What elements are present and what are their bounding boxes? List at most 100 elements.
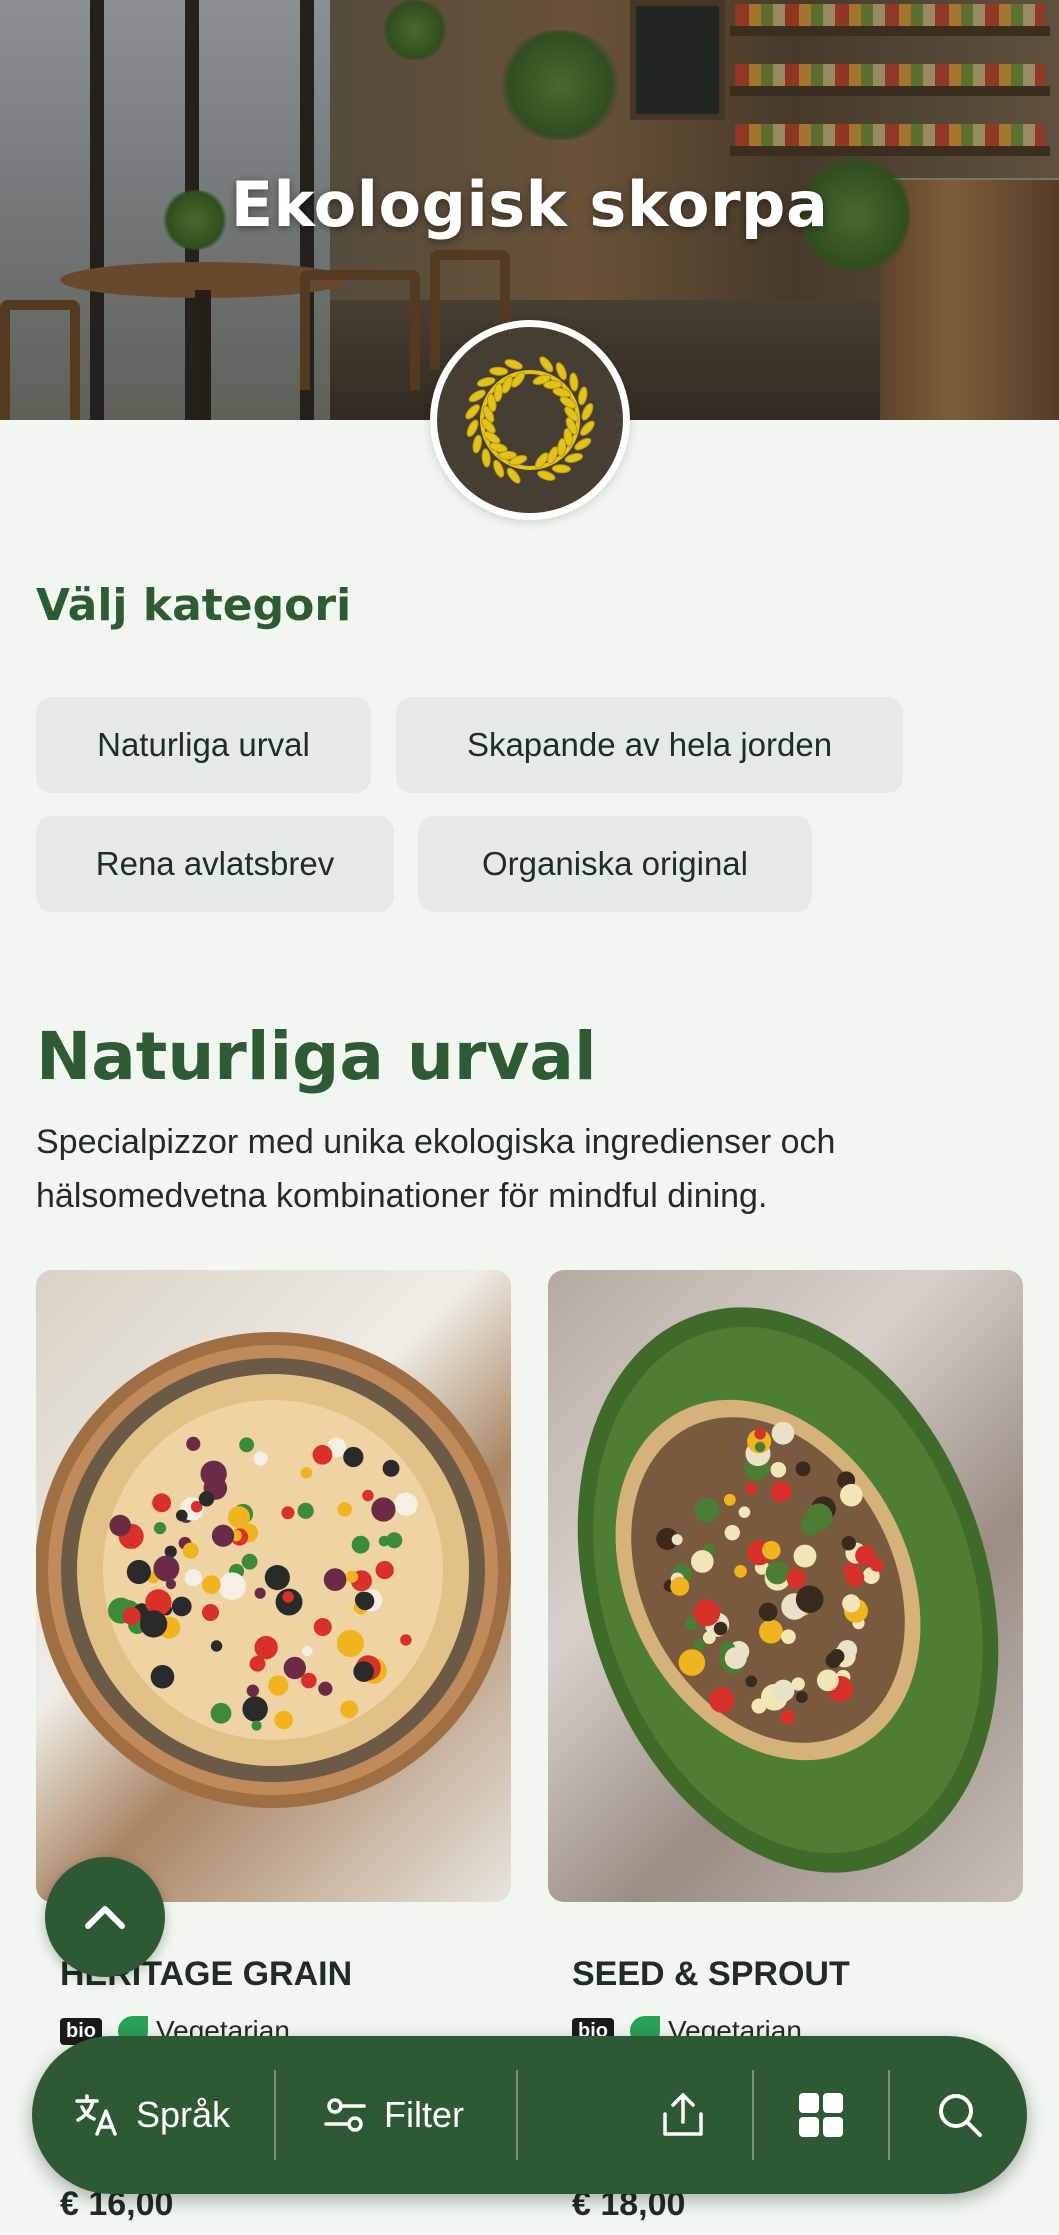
topping [122, 1607, 141, 1626]
topping [795, 1690, 808, 1704]
topping [841, 1536, 856, 1551]
language-label: Språk [136, 2094, 231, 2135]
topping [693, 1638, 706, 1651]
filter-button[interactable]: Filter [322, 2036, 464, 2194]
topping [254, 1587, 266, 1599]
laurel-leaf [551, 464, 571, 474]
laurel-leaf [506, 467, 521, 484]
topping [323, 1568, 347, 1591]
product-image-heritage-grain[interactable] [36, 1270, 511, 1902]
product-name[interactable]: SEED & SPROUT [572, 1955, 850, 1994]
laurel-leaf [539, 356, 554, 373]
topping [253, 1451, 268, 1466]
laurel-leaf [489, 366, 509, 376]
topping [171, 1596, 192, 1617]
topping [246, 1684, 260, 1697]
topping [795, 1585, 824, 1614]
topping [282, 1591, 294, 1603]
topping [254, 1635, 278, 1660]
laurel-leaf [569, 372, 579, 392]
topping [713, 1621, 728, 1636]
section-description: Specialpizzor med unika ekologiska ingre… [36, 1123, 836, 1215]
topping [702, 1631, 716, 1645]
topping [759, 1619, 783, 1644]
topping [351, 1535, 370, 1554]
topping [227, 1506, 251, 1529]
category-chip-naturliga-urval[interactable]: Naturliga urval [36, 697, 371, 793]
topping [239, 1437, 255, 1453]
topping [375, 1560, 394, 1580]
translate-icon [75, 2094, 117, 2136]
topping [678, 1649, 706, 1676]
scroll-to-top-button[interactable] [45, 1857, 165, 1977]
category-chip-label: Skapande av hela jorden [466, 726, 833, 763]
topping [771, 1421, 795, 1445]
topping [218, 1572, 246, 1600]
pizza-image [577, 1307, 999, 1873]
topping [371, 1497, 396, 1522]
topping [184, 1569, 202, 1587]
topping [745, 1483, 758, 1495]
laurel-wreath-icon [465, 356, 595, 484]
topping [693, 1599, 721, 1627]
search-button[interactable] [935, 2036, 985, 2194]
topping [362, 1489, 374, 1502]
category-chip-label: Naturliga urval [97, 726, 310, 763]
topping [709, 1687, 735, 1713]
category-chip-skapande[interactable]: Skapande av hela jorden [396, 697, 903, 793]
toolbar-divider [516, 2070, 518, 2160]
topping [762, 1540, 781, 1560]
laurel-leaf [580, 420, 595, 436]
language-button[interactable]: Språk [74, 2036, 230, 2194]
topping [382, 1459, 400, 1477]
topping [313, 1618, 332, 1637]
hero-title: Ekologisk skorpa [230, 168, 829, 241]
topping [745, 1675, 758, 1688]
pizza-image [36, 1332, 511, 1808]
topping [126, 1559, 151, 1585]
share-icon [663, 2093, 703, 2136]
product-image-seed-sprout[interactable] [548, 1270, 1023, 1902]
topping [751, 1698, 767, 1714]
topping [152, 1493, 172, 1513]
topping [210, 1702, 232, 1724]
grid-view-button[interactable] [796, 2036, 846, 2194]
share-button[interactable] [658, 2036, 708, 2194]
laurel-leaf [504, 359, 523, 370]
topping [770, 1461, 787, 1478]
topping [153, 1555, 180, 1582]
topping [300, 1467, 313, 1479]
topping [312, 1444, 333, 1465]
bottom-toolbar: Språk Filter [32, 2036, 1027, 2194]
topping [354, 1591, 372, 1609]
toolbar-divider [888, 2070, 890, 2160]
topping [670, 1576, 690, 1596]
topping [829, 1649, 845, 1664]
topping [765, 1561, 789, 1585]
section-title: Naturliga urval [36, 1018, 597, 1095]
topping [772, 1679, 795, 1702]
toolbar-divider [274, 2070, 276, 2160]
topping [264, 1564, 290, 1591]
search-icon [939, 2094, 982, 2137]
topping [241, 1553, 258, 1570]
topping [211, 1524, 235, 1547]
topping [202, 1575, 221, 1595]
topping [353, 1661, 374, 1682]
topping [781, 1629, 796, 1645]
laurel-leaf [537, 470, 556, 481]
topping [795, 1461, 811, 1477]
topping [845, 1568, 865, 1587]
topping [793, 1544, 817, 1568]
topping [738, 1506, 751, 1518]
topping [153, 1522, 167, 1535]
topping [724, 1524, 741, 1541]
category-chip-organiska-original[interactable]: Organiska original [418, 816, 812, 912]
category-chip-rena-avlatsbrev[interactable]: Rena avlatsbrev [36, 816, 394, 912]
topping [400, 1634, 412, 1646]
filter-icon [324, 2098, 366, 2132]
topping [150, 1664, 175, 1689]
topping [340, 1700, 359, 1719]
topping [242, 1696, 268, 1722]
topping [816, 1669, 839, 1692]
